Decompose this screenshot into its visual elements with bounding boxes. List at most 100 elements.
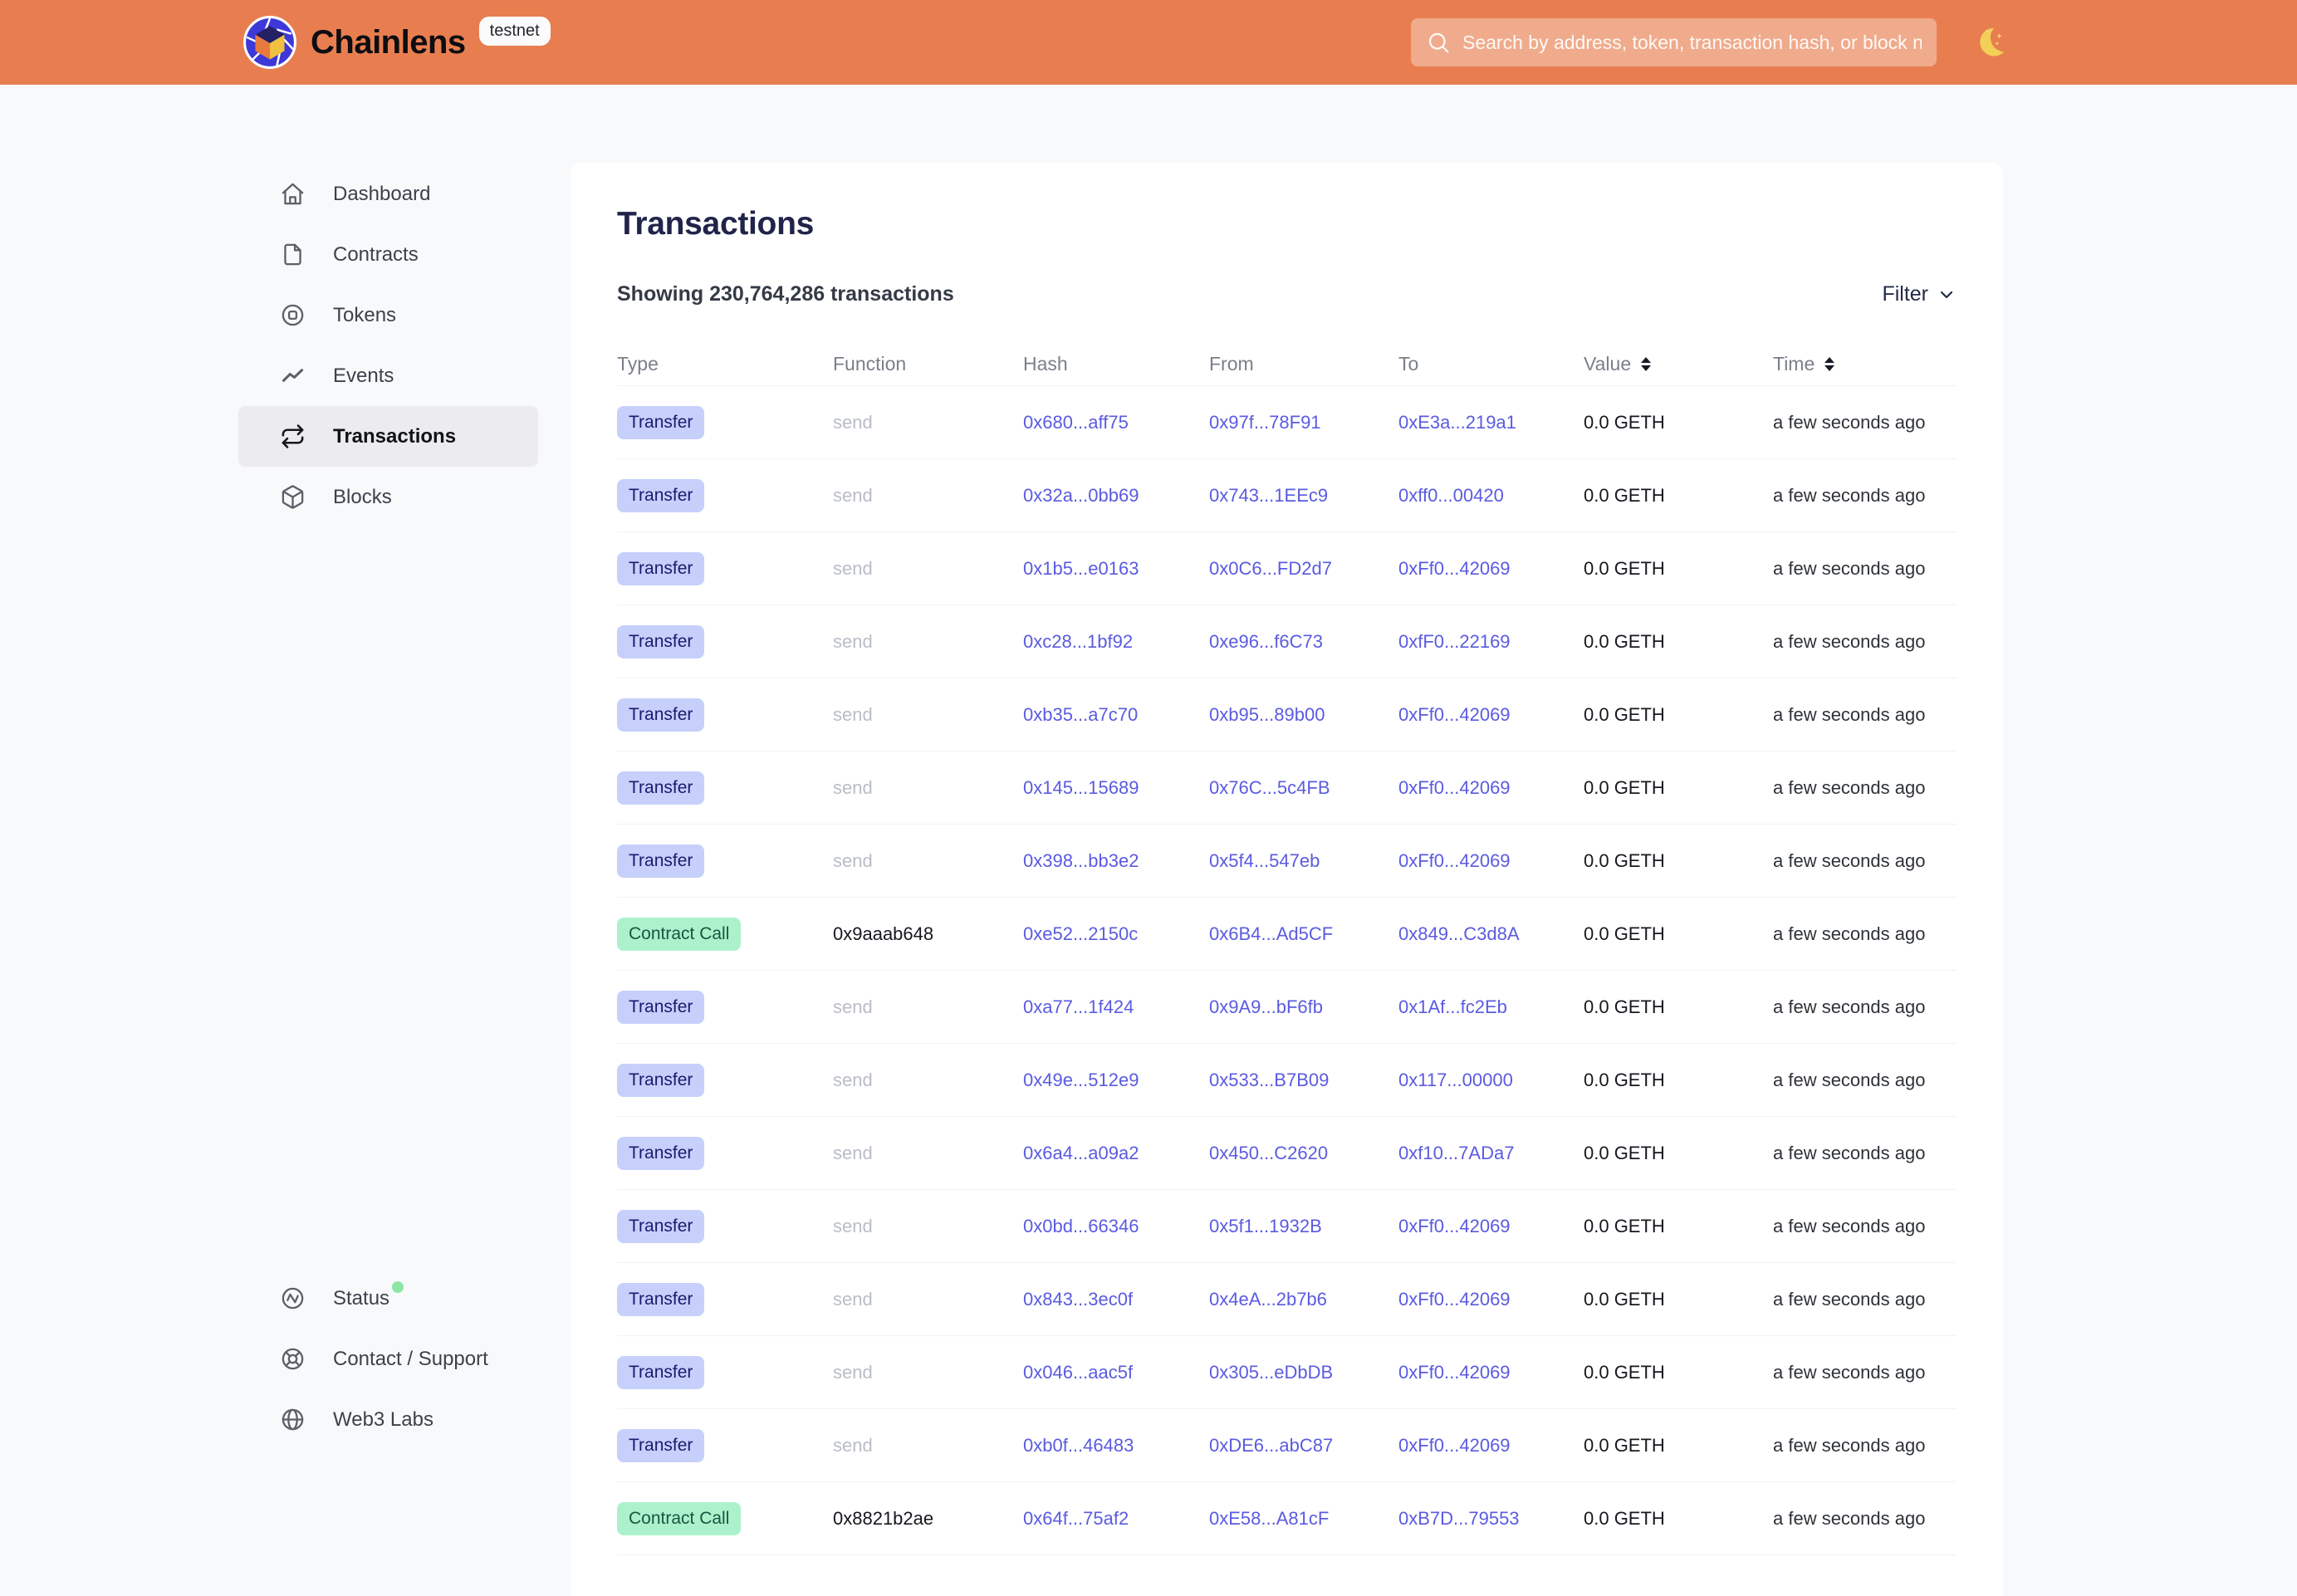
to-address-link[interactable]: 0x117...00000: [1398, 1070, 1513, 1090]
type-badge: Transfer: [617, 1429, 704, 1462]
type-badge: Transfer: [617, 991, 704, 1024]
type-badge: Transfer: [617, 845, 704, 878]
to-address-link[interactable]: 0xf10...7ADa7: [1398, 1143, 1514, 1163]
hash-link[interactable]: 0xb35...a7c70: [1023, 704, 1138, 725]
from-address-link[interactable]: 0xDE6...abC87: [1209, 1435, 1333, 1456]
sidebar-item-transactions[interactable]: Transactions: [238, 406, 538, 467]
from-address-link[interactable]: 0x97f...78F91: [1209, 412, 1321, 433]
column-header-hash: Hash: [1023, 353, 1209, 375]
from-address-link[interactable]: 0x305...eDbDB: [1209, 1362, 1333, 1383]
function-cell: send: [833, 850, 1023, 872]
from-address-link[interactable]: 0x76C...5c4FB: [1209, 777, 1330, 798]
from-address-link[interactable]: 0x0C6...FD2d7: [1209, 558, 1332, 579]
to-address-link[interactable]: 0xFf0...42069: [1398, 850, 1511, 871]
hash-link[interactable]: 0xe52...2150c: [1023, 923, 1138, 944]
type-badge: Transfer: [617, 698, 704, 732]
sidebar-item-label: Events: [333, 365, 394, 388]
activity-icon: [280, 1285, 306, 1311]
value-cell: 0.0 GETH: [1584, 558, 1773, 580]
filter-button[interactable]: Filter: [1882, 282, 1957, 306]
sidebar-item-tokens[interactable]: Tokens: [238, 285, 538, 345]
to-address-link[interactable]: 0xFf0...42069: [1398, 1289, 1511, 1310]
hash-link[interactable]: 0x680...aff75: [1023, 412, 1129, 433]
time-cell: a few seconds ago: [1773, 485, 1957, 507]
hash-link[interactable]: 0x0bd...66346: [1023, 1216, 1139, 1236]
sidebar-nav: Dashboard Contracts Tokens Events Transa…: [238, 164, 538, 527]
to-address-link[interactable]: 0xFf0...42069: [1398, 1362, 1511, 1383]
function-cell: send: [833, 485, 1023, 507]
value-cell: 0.0 GETH: [1584, 1508, 1773, 1530]
hash-link[interactable]: 0x64f...75af2: [1023, 1508, 1129, 1529]
type-badge: Transfer: [617, 625, 704, 658]
hash-link[interactable]: 0x398...bb3e2: [1023, 850, 1139, 871]
to-address-link[interactable]: 0xFf0...42069: [1398, 704, 1511, 725]
globe-icon: [280, 1407, 306, 1432]
value-cell: 0.0 GETH: [1584, 412, 1773, 433]
to-address-link[interactable]: 0xFf0...42069: [1398, 1435, 1511, 1456]
table-row: Transfer send 0x046...aac5f 0x305...eDbD…: [617, 1336, 1957, 1409]
hash-link[interactable]: 0x1b5...e0163: [1023, 558, 1139, 579]
hash-link[interactable]: 0x145...15689: [1023, 777, 1139, 798]
type-badge: Transfer: [617, 1137, 704, 1170]
from-address-link[interactable]: 0xe96...f6C73: [1209, 631, 1323, 652]
hash-link[interactable]: 0x32a...0bb69: [1023, 485, 1139, 506]
sort-icon[interactable]: [1641, 357, 1651, 371]
sidebar-item-blocks[interactable]: Blocks: [238, 467, 538, 527]
sidebar-item-contracts[interactable]: Contracts: [238, 224, 538, 285]
to-address-link[interactable]: 0xfF0...22169: [1398, 631, 1511, 652]
sidebar-item-dashboard[interactable]: Dashboard: [238, 164, 538, 224]
function-cell: 0x9aaab648: [833, 923, 1023, 945]
from-address-link[interactable]: 0x5f4...547eb: [1209, 850, 1320, 871]
to-address-link[interactable]: 0xFf0...42069: [1398, 777, 1511, 798]
table-row: Transfer send 0xa77...1f424 0x9A9...bF6f…: [617, 971, 1957, 1044]
hash-link[interactable]: 0xa77...1f424: [1023, 996, 1134, 1017]
table-meta-row: Showing 230,764,286 transactions Filter: [617, 282, 1957, 306]
type-badge: Transfer: [617, 552, 704, 585]
to-address-link[interactable]: 0x1Af...fc2Eb: [1398, 996, 1507, 1017]
to-address-link[interactable]: 0xB7D...79553: [1398, 1508, 1520, 1529]
trend-icon: [280, 363, 306, 389]
from-address-link[interactable]: 0x4eA...2b7b6: [1209, 1289, 1327, 1310]
document-icon: [280, 242, 306, 267]
to-address-link[interactable]: 0xE3a...219a1: [1398, 412, 1516, 433]
hash-link[interactable]: 0xc28...1bf92: [1023, 631, 1133, 652]
from-address-link[interactable]: 0x450...C2620: [1209, 1143, 1328, 1163]
hash-link[interactable]: 0x843...3ec0f: [1023, 1289, 1133, 1310]
app-header: Chainlens testnet: [0, 0, 2297, 85]
type-badge: Transfer: [617, 1064, 704, 1097]
function-cell: send: [833, 704, 1023, 726]
sidebar-item-events[interactable]: Events: [238, 345, 538, 406]
brand[interactable]: Chainlens testnet: [242, 15, 551, 70]
home-icon: [280, 181, 306, 207]
hash-link[interactable]: 0x046...aac5f: [1023, 1362, 1133, 1383]
sidebar-item-contact-support[interactable]: Contact / Support: [238, 1329, 538, 1389]
from-address-link[interactable]: 0x743...1EEc9: [1209, 485, 1328, 506]
to-address-link[interactable]: 0xFf0...42069: [1398, 558, 1511, 579]
table-row: Transfer send 0x145...15689 0x76C...5c4F…: [617, 751, 1957, 825]
function-cell: send: [833, 777, 1023, 799]
sidebar-item-status[interactable]: Status: [238, 1268, 538, 1329]
hash-link[interactable]: 0x49e...512e9: [1023, 1070, 1139, 1090]
search-icon: [1426, 30, 1451, 55]
from-address-link[interactable]: 0x533...B7B09: [1209, 1070, 1329, 1090]
from-address-link[interactable]: 0xb95...89b00: [1209, 704, 1325, 725]
sidebar-item-web3-labs[interactable]: Web3 Labs: [238, 1389, 538, 1450]
column-header-value[interactable]: Value: [1584, 353, 1773, 375]
search-input[interactable]: [1462, 32, 1922, 54]
time-cell: a few seconds ago: [1773, 1216, 1957, 1237]
column-header-time[interactable]: Time: [1773, 353, 1957, 375]
hash-link[interactable]: 0x6a4...a09a2: [1023, 1143, 1139, 1163]
from-address-link[interactable]: 0x6B4...Ad5CF: [1209, 923, 1333, 944]
value-cell: 0.0 GETH: [1584, 1216, 1773, 1237]
from-address-link[interactable]: 0xE58...A81cF: [1209, 1508, 1329, 1529]
time-cell: a few seconds ago: [1773, 1435, 1957, 1456]
from-address-link[interactable]: 0x5f1...1932B: [1209, 1216, 1322, 1236]
sort-icon[interactable]: [1824, 357, 1834, 371]
to-address-link[interactable]: 0x849...C3d8A: [1398, 923, 1520, 944]
hash-link[interactable]: 0xb0f...46483: [1023, 1435, 1134, 1456]
from-address-link[interactable]: 0x9A9...bF6fb: [1209, 996, 1323, 1017]
theme-toggle-button[interactable]: [1973, 23, 2011, 61]
to-address-link[interactable]: 0xFf0...42069: [1398, 1216, 1511, 1236]
to-address-link[interactable]: 0xff0...00420: [1398, 485, 1504, 506]
search-bar[interactable]: [1411, 18, 1937, 66]
